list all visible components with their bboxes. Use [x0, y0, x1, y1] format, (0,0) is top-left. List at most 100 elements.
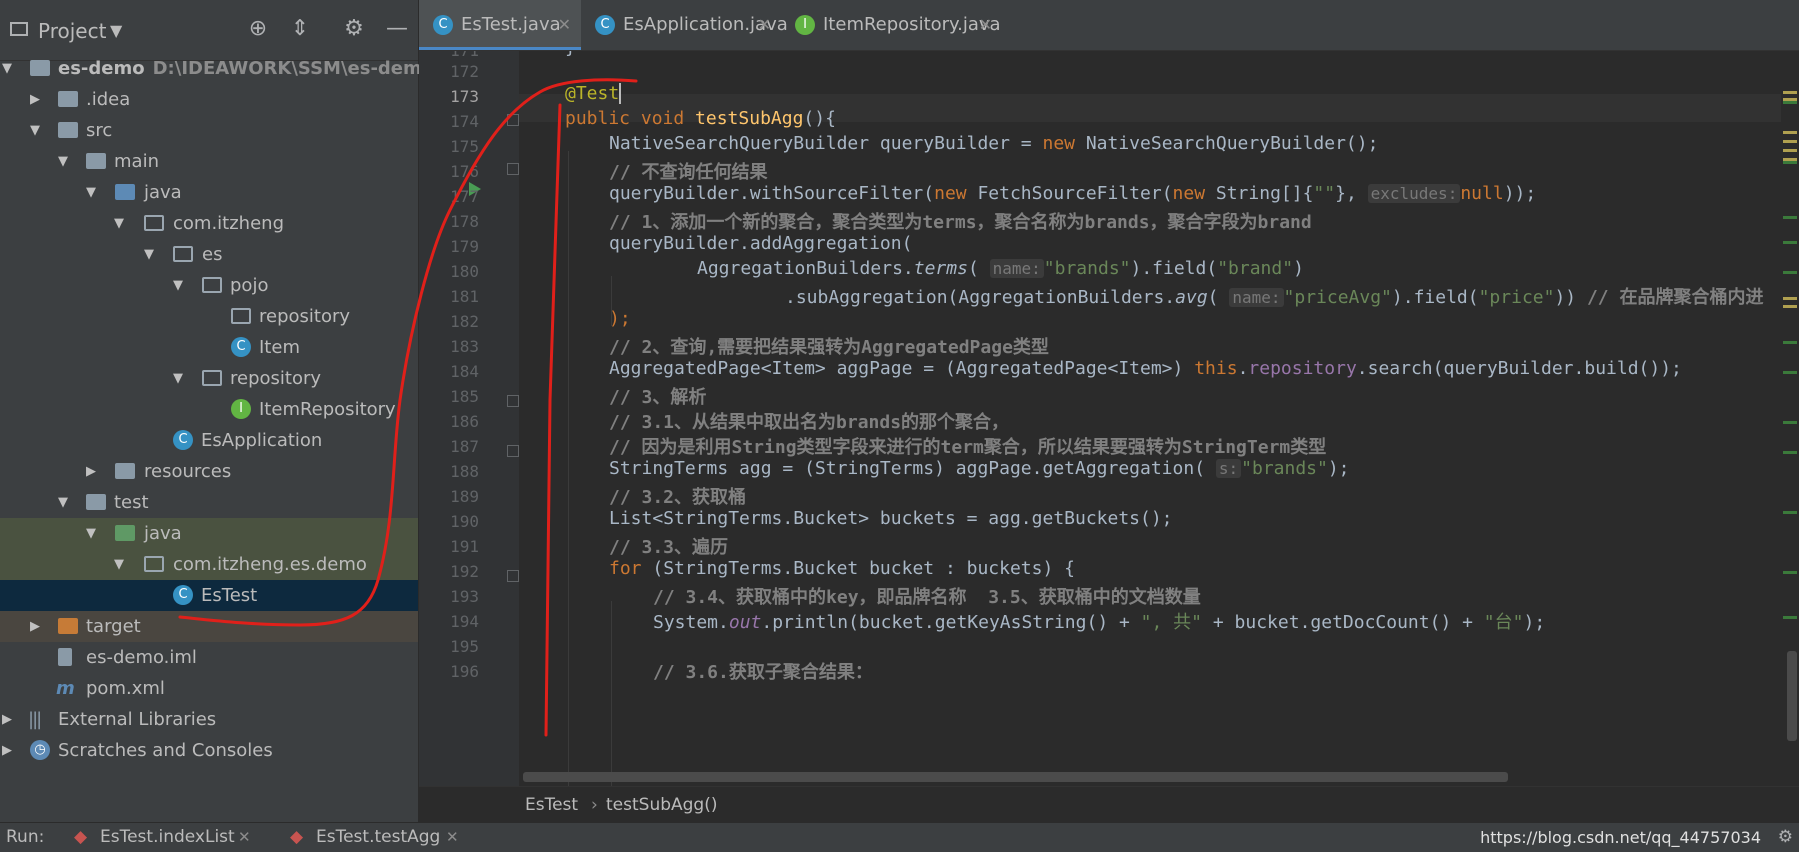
marker[interactable]: [1783, 341, 1797, 344]
gear-icon[interactable]: ⚙: [1778, 823, 1793, 852]
fold-marker-icon[interactable]: [507, 163, 519, 175]
tree-item-test[interactable]: ▼ test: [0, 487, 418, 518]
marker[interactable]: [1783, 149, 1797, 152]
marker[interactable]: [1783, 421, 1797, 424]
tab-label: EsTest.java: [461, 14, 561, 35]
tree-item-pojo[interactable]: ▼ pojo: [0, 270, 418, 301]
tree-item-es-demo[interactable]: ▼ es-demo D:\IDEAWORK\SSM\es-demo: [0, 53, 434, 84]
fold-marker-icon[interactable]: [507, 114, 519, 126]
tree-item-scratches[interactable]: ▶ ◷ Scratches and Consoles: [0, 735, 418, 766]
tree-item-target[interactable]: ▶ target: [0, 611, 418, 642]
breadcrumb: EsTest › testSubAgg(): [419, 786, 1799, 823]
expanded-arrow-icon[interactable]: ▼: [58, 487, 74, 518]
tree-item-iml[interactable]: es-demo.iml: [0, 642, 418, 673]
expanded-arrow-icon[interactable]: ▼: [144, 239, 160, 270]
marker[interactable]: [1783, 271, 1797, 274]
chevron-down-icon[interactable]: ▼: [110, 21, 122, 40]
line-number: 175: [450, 137, 479, 156]
breadcrumb-method[interactable]: testSubAgg(): [606, 787, 717, 823]
tree-item-external-libraries[interactable]: ▶ ||| External Libraries: [0, 704, 418, 735]
fold-marker-icon[interactable]: [507, 570, 519, 582]
expanded-arrow-icon[interactable]: ▼: [58, 146, 74, 177]
close-icon[interactable]: ✕: [758, 0, 771, 50]
expanded-arrow-icon[interactable]: ▼: [114, 549, 130, 580]
run-tab-label[interactable]: EsTest.indexList: [100, 823, 235, 852]
tree-item-pojo-repository[interactable]: repository: [0, 301, 418, 332]
locate-icon[interactable]: ⊕: [245, 16, 271, 42]
tree-item-label: pom.xml: [86, 678, 165, 699]
close-icon[interactable]: ✕: [979, 0, 992, 50]
tree-item-pom[interactable]: m pom.xml: [0, 673, 418, 704]
close-icon[interactable]: ✕: [446, 823, 459, 852]
marker[interactable]: [1783, 161, 1797, 164]
marker[interactable]: [1783, 91, 1797, 94]
expanded-arrow-icon[interactable]: ▼: [30, 115, 46, 146]
error-stripe[interactable]: [1781, 51, 1799, 786]
collapsed-arrow-icon[interactable]: ▶: [86, 456, 102, 487]
marker[interactable]: [1783, 511, 1797, 514]
collapsed-arrow-icon[interactable]: ▶: [2, 735, 18, 766]
marker[interactable]: [1783, 616, 1797, 619]
tab-itemrepository[interactable]: I ItemRepository.java ✕: [781, 0, 1002, 50]
marker[interactable]: [1783, 241, 1797, 244]
close-icon[interactable]: ✕: [238, 823, 251, 852]
collapse-all-icon[interactable]: ⇕: [287, 16, 313, 42]
project-panel-title[interactable]: Project: [38, 19, 106, 43]
run-tab-label[interactable]: EsTest.testAgg: [316, 823, 440, 852]
expanded-arrow-icon[interactable]: ▼: [114, 208, 130, 239]
tree-item-item[interactable]: C Item: [0, 332, 418, 363]
tree-item-estest[interactable]: C EsTest: [0, 580, 418, 611]
maven-icon: m: [56, 678, 75, 699]
package-icon: [144, 556, 164, 572]
iml-file-icon: [58, 648, 72, 666]
tab-esapplication[interactable]: C EsApplication.java ✕: [581, 0, 788, 50]
marker[interactable]: [1783, 371, 1797, 374]
marker[interactable]: [1783, 131, 1797, 134]
tree-item-main[interactable]: ▼ main: [0, 146, 418, 177]
expanded-arrow-icon[interactable]: ▼: [86, 177, 102, 208]
fold-marker-icon[interactable]: [507, 395, 519, 407]
code-line: queryBuilder.withSourceFilter(new FetchS…: [609, 183, 1537, 204]
marker[interactable]: [1783, 101, 1797, 104]
expanded-arrow-icon[interactable]: ▼: [2, 53, 18, 84]
expanded-arrow-icon[interactable]: ▼: [173, 363, 189, 394]
excluded-folder-icon: [58, 618, 78, 634]
gear-icon[interactable]: ⚙: [341, 16, 367, 42]
marker[interactable]: [1783, 297, 1797, 300]
marker[interactable]: [1783, 571, 1797, 574]
collapsed-arrow-icon[interactable]: ▶: [30, 611, 46, 642]
tree-item-src[interactable]: ▼ src: [0, 115, 418, 146]
marker[interactable]: [1783, 140, 1797, 143]
vertical-scrollbar[interactable]: [1787, 651, 1797, 741]
tab-estest[interactable]: C EsTest.java ✕: [419, 0, 581, 50]
tree-item-label: es: [202, 244, 223, 265]
folder-icon: [58, 91, 78, 107]
close-icon[interactable]: ✕: [558, 0, 571, 50]
minimize-icon[interactable]: —: [384, 16, 410, 42]
tree-item-idea[interactable]: ▶ .idea: [0, 84, 418, 115]
tree-item-label: Item: [259, 337, 300, 358]
tree-item-label: resources: [144, 461, 232, 482]
tree-item-test-java[interactable]: ▼ java: [0, 518, 418, 549]
fold-marker-icon[interactable]: [507, 445, 519, 457]
marker[interactable]: [1783, 305, 1797, 308]
breadcrumb-class[interactable]: EsTest: [525, 787, 578, 823]
tree-item-com-itzheng-es-demo[interactable]: ▼ com.itzheng.es.demo: [0, 549, 418, 580]
tree-item-main-java[interactable]: ▼ java: [0, 177, 418, 208]
expanded-arrow-icon[interactable]: ▼: [86, 518, 102, 549]
collapsed-arrow-icon[interactable]: ▶: [2, 704, 18, 735]
tree-item-label: repository: [259, 306, 351, 327]
tree-item-label: EsTest: [201, 585, 258, 606]
tree-item-itemrepository[interactable]: I ItemRepository: [0, 394, 418, 425]
collapsed-arrow-icon[interactable]: ▶: [30, 84, 46, 115]
tree-item-resources[interactable]: ▶ resources: [0, 456, 418, 487]
tree-item-repository[interactable]: ▼ repository: [0, 363, 418, 394]
horizontal-scrollbar[interactable]: [523, 772, 1508, 782]
tree-item-com-itzheng[interactable]: ▼ com.itzheng: [0, 208, 418, 239]
code-editor[interactable]: 171 172 173 174 175 176 177 178 179 180 …: [419, 51, 1781, 786]
expanded-arrow-icon[interactable]: ▼: [173, 270, 189, 301]
marker[interactable]: [1783, 216, 1797, 219]
tree-item-es[interactable]: ▼ es: [0, 239, 418, 270]
tree-item-esapplication[interactable]: C EsApplication: [0, 425, 418, 456]
marker[interactable]: [1783, 451, 1797, 454]
